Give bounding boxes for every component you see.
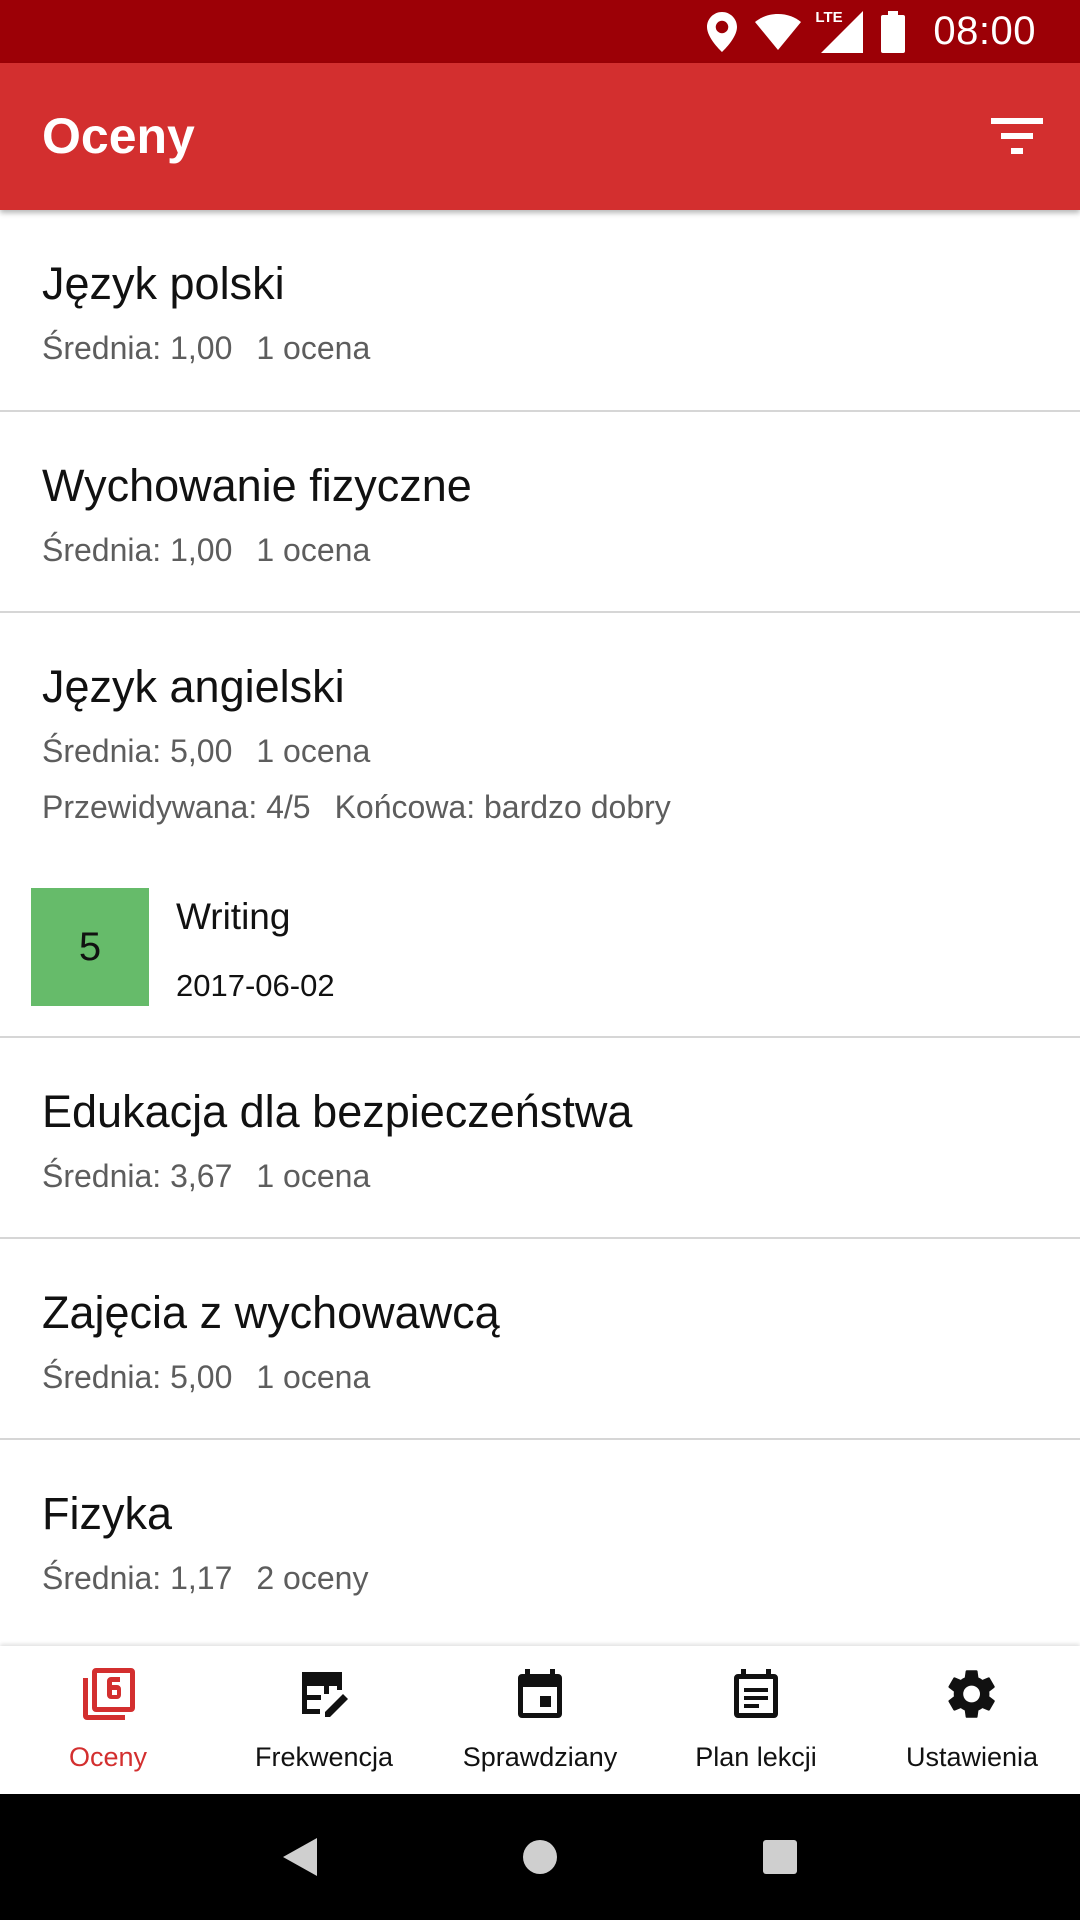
- battery-icon: [881, 10, 906, 53]
- subject-meta: Średnia: 5,00 1 ocena: [42, 1359, 370, 1396]
- wifi-icon: [755, 13, 802, 50]
- subject-predicted-final: Przewidywana: 4/5 Końcowa: bardzo dobry: [42, 789, 671, 826]
- subject-meta: Średnia: 1,17 2 oceny: [42, 1560, 368, 1597]
- home-icon: [523, 1840, 557, 1874]
- filter-icon: [991, 118, 1043, 154]
- subject-grade-count: 1 ocena: [256, 733, 371, 769]
- nav-label: Plan lekcji: [695, 1742, 817, 1772]
- subject-meta: Średnia: 1,00 1 ocena: [42, 330, 370, 367]
- subject-grade-count: 1 ocena: [256, 532, 371, 568]
- timetable-icon: [726, 1664, 786, 1724]
- subject-name: Edukacja dla bezpieczeństwa: [42, 1086, 633, 1137]
- system-navigation-bar: [0, 1794, 1080, 1920]
- subject-average: Średnia: 5,00: [42, 1359, 233, 1395]
- subject-average: Średnia: 1,00: [42, 532, 233, 568]
- nav-item-grades[interactable]: Oceny: [0, 1646, 216, 1794]
- nav-label: Frekwencja: [254, 1742, 394, 1772]
- subject-item[interactable]: Wychowanie fizyczne Średnia: 1,00 1 ocena: [0, 412, 1080, 613]
- subject-grade-count: 1 ocena: [256, 1359, 371, 1395]
- subject-average: Średnia: 3,67: [42, 1158, 233, 1194]
- subject-final-grade: Końcowa: bardzo dobry: [334, 789, 671, 825]
- recents-button[interactable]: [750, 1827, 810, 1887]
- subject-item[interactable]: Edukacja dla bezpieczeństwa Średnia: 3,6…: [0, 1038, 1080, 1239]
- grades-icon: [78, 1664, 138, 1724]
- subject-name: Fizyka: [42, 1488, 173, 1539]
- subject-name: Wychowanie fizyczne: [42, 460, 472, 511]
- grade-date: 2017-06-02: [176, 968, 335, 1003]
- subject-name: Język angielski: [42, 661, 345, 712]
- subject-meta: Średnia: 3,67 1 ocena: [42, 1158, 370, 1195]
- back-icon: [283, 1838, 317, 1876]
- subject-grade-count: 2 oceny: [256, 1560, 369, 1596]
- nav-item-attendance[interactable]: Frekwencja: [216, 1646, 432, 1794]
- nav-label: Sprawdziany: [462, 1742, 618, 1772]
- subject-item-expanded[interactable]: Język angielski Średnia: 5,00 1 ocena Prz…: [0, 613, 1080, 1038]
- status-bar: LTE 08:00: [0, 0, 1080, 63]
- subject-average: Średnia: 1,17: [42, 1560, 233, 1596]
- lte-label: LTE: [813, 8, 845, 26]
- nav-item-settings[interactable]: Ustawienia: [864, 1646, 1080, 1794]
- subject-meta: Średnia: 5,00 1 ocena: [42, 733, 370, 770]
- back-button[interactable]: [270, 1827, 330, 1887]
- nav-item-tests[interactable]: Sprawdziany: [432, 1646, 648, 1794]
- subject-item[interactable]: Język polski Średnia: 1,00 1 ocena: [0, 210, 1080, 412]
- attendance-icon: [294, 1664, 354, 1724]
- grade-item[interactable]: 5 Writing 2017-06-02: [0, 888, 1080, 1008]
- location-icon: [707, 11, 738, 52]
- subject-average: Średnia: 5,00: [42, 733, 233, 769]
- app-bar: Oceny: [0, 63, 1080, 210]
- subject-name: Zajęcia z wychowawcą: [42, 1287, 500, 1338]
- subject-predicted-grade: Przewidywana: 4/5: [42, 789, 311, 825]
- recents-icon: [763, 1840, 797, 1874]
- subject-meta: Średnia: 1,00 1 ocena: [42, 532, 370, 569]
- subject-item[interactable]: Zajęcia z wychowawcą Średnia: 5,00 1 ocen…: [0, 1239, 1080, 1440]
- subject-grade-count: 1 ocena: [256, 1158, 371, 1194]
- subject-name: Język polski: [42, 258, 285, 309]
- nav-label: Ustawienia: [905, 1742, 1039, 1772]
- page-title: Oceny: [42, 108, 195, 164]
- status-icons: LTE 08:00: [707, 8, 1036, 54]
- status-clock: 08:00: [933, 9, 1036, 53]
- grade-value-badge: 5: [31, 888, 149, 1006]
- settings-icon: [942, 1664, 1002, 1724]
- bottom-navigation: Oceny Frekwencja Sprawdziany Plan lekcji…: [0, 1646, 1080, 1794]
- subject-item[interactable]: Fizyka Średnia: 1,17 2 oceny: [0, 1440, 1080, 1641]
- lte-signal-icon: LTE: [813, 8, 864, 53]
- filter-button[interactable]: [984, 103, 1050, 169]
- subject-grade-count: 1 ocena: [256, 330, 371, 366]
- grade-description: Writing: [176, 896, 291, 937]
- calendar-icon: [510, 1664, 570, 1724]
- nav-label: Oceny: [68, 1742, 148, 1772]
- subject-list: Język polski Średnia: 1,00 1 ocena Wychow…: [0, 210, 1080, 1646]
- subject-average: Średnia: 1,00: [42, 330, 233, 366]
- home-button[interactable]: [510, 1827, 570, 1887]
- nav-item-timetable[interactable]: Plan lekcji: [648, 1646, 864, 1794]
